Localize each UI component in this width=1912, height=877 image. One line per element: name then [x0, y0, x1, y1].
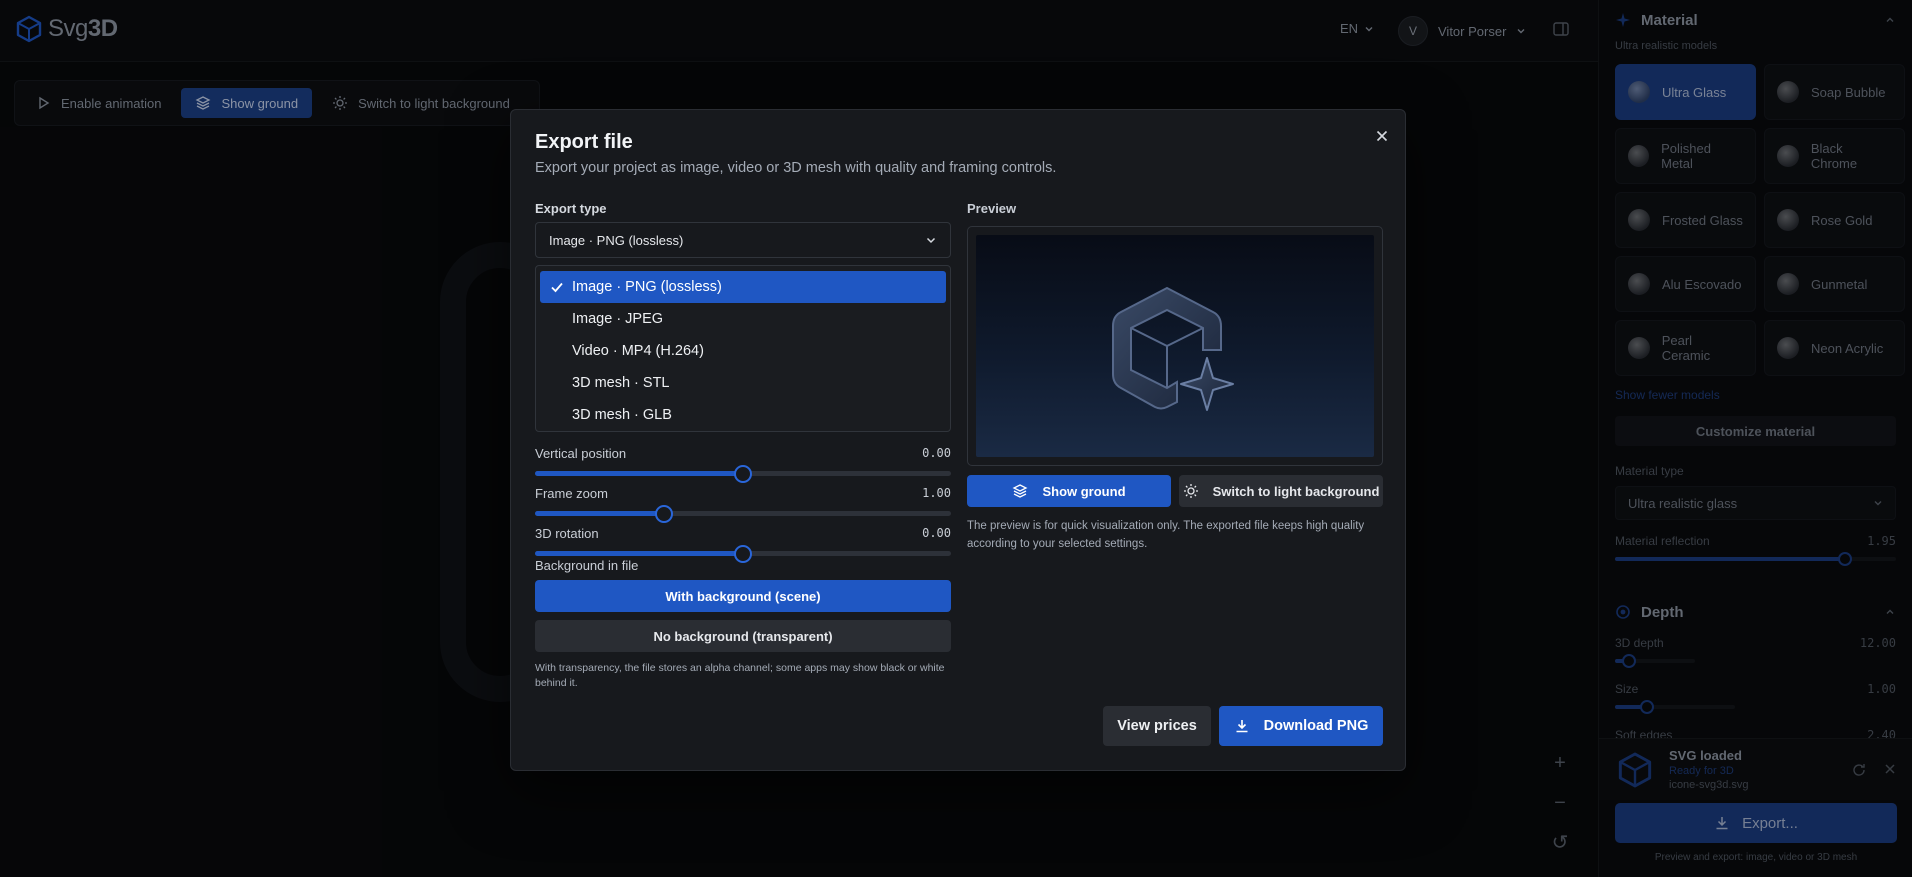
- vertical-position-control: Vertical position 0.00: [535, 446, 951, 483]
- export-type-dropdown: Image · PNG (lossless) Image · JPEG Vide…: [535, 265, 951, 432]
- preview-show-ground-button[interactable]: Show ground: [967, 475, 1171, 507]
- sun-icon: [1183, 484, 1198, 498]
- check-icon: [551, 282, 563, 293]
- option-png[interactable]: Image · PNG (lossless): [540, 271, 946, 303]
- chevron-down-icon: [926, 237, 936, 244]
- slider-handle[interactable]: [734, 545, 752, 563]
- frame-zoom-slider[interactable]: [535, 504, 951, 523]
- no-background-button[interactable]: No background (transparent): [535, 620, 951, 652]
- slider-handle[interactable]: [654, 505, 673, 523]
- vertical-position-slider[interactable]: [535, 464, 951, 483]
- preview-frame: [967, 226, 1383, 466]
- modal-subtitle: Export your project as image, video or 3…: [535, 160, 1057, 176]
- download-icon: [1236, 720, 1248, 733]
- rotation-control: 3D rotation 0.00: [535, 526, 951, 563]
- close-modal-button[interactable]: [1373, 127, 1391, 145]
- with-background-button[interactable]: With background (scene): [535, 580, 951, 612]
- transparency-note: With transparency, the file stores an al…: [535, 662, 945, 689]
- preview-label: Preview: [967, 201, 1017, 216]
- option-mp4[interactable]: Video · MP4 (H.264): [540, 335, 946, 367]
- preview-image: [976, 235, 1374, 457]
- slider-handle[interactable]: [734, 465, 752, 483]
- preview-light-background-button[interactable]: Switch to light background: [1179, 475, 1383, 507]
- frame-zoom-control: Frame zoom 1.00: [535, 486, 951, 523]
- export-modal: Export file Export your project as image…: [510, 109, 1406, 771]
- export-type-select[interactable]: Image · PNG (lossless): [535, 222, 951, 258]
- option-stl[interactable]: 3D mesh · STL: [540, 367, 946, 399]
- view-prices-button[interactable]: View prices: [1103, 706, 1211, 746]
- close-icon: [1376, 130, 1388, 142]
- glass-cube-icon: [1112, 286, 1234, 411]
- export-type-label: Export type: [535, 201, 607, 216]
- option-glb[interactable]: 3D mesh · GLB: [540, 399, 946, 431]
- download-png-button[interactable]: Download PNG: [1219, 706, 1383, 746]
- layers-icon: [1013, 484, 1028, 498]
- option-jpeg[interactable]: Image · JPEG: [540, 303, 946, 335]
- export-type-value: Image · PNG (lossless): [549, 232, 684, 248]
- preview-note: The preview is for quick visualization o…: [967, 520, 1365, 550]
- background-label: Background in file: [535, 558, 639, 573]
- modal-title: Export file: [535, 131, 633, 153]
